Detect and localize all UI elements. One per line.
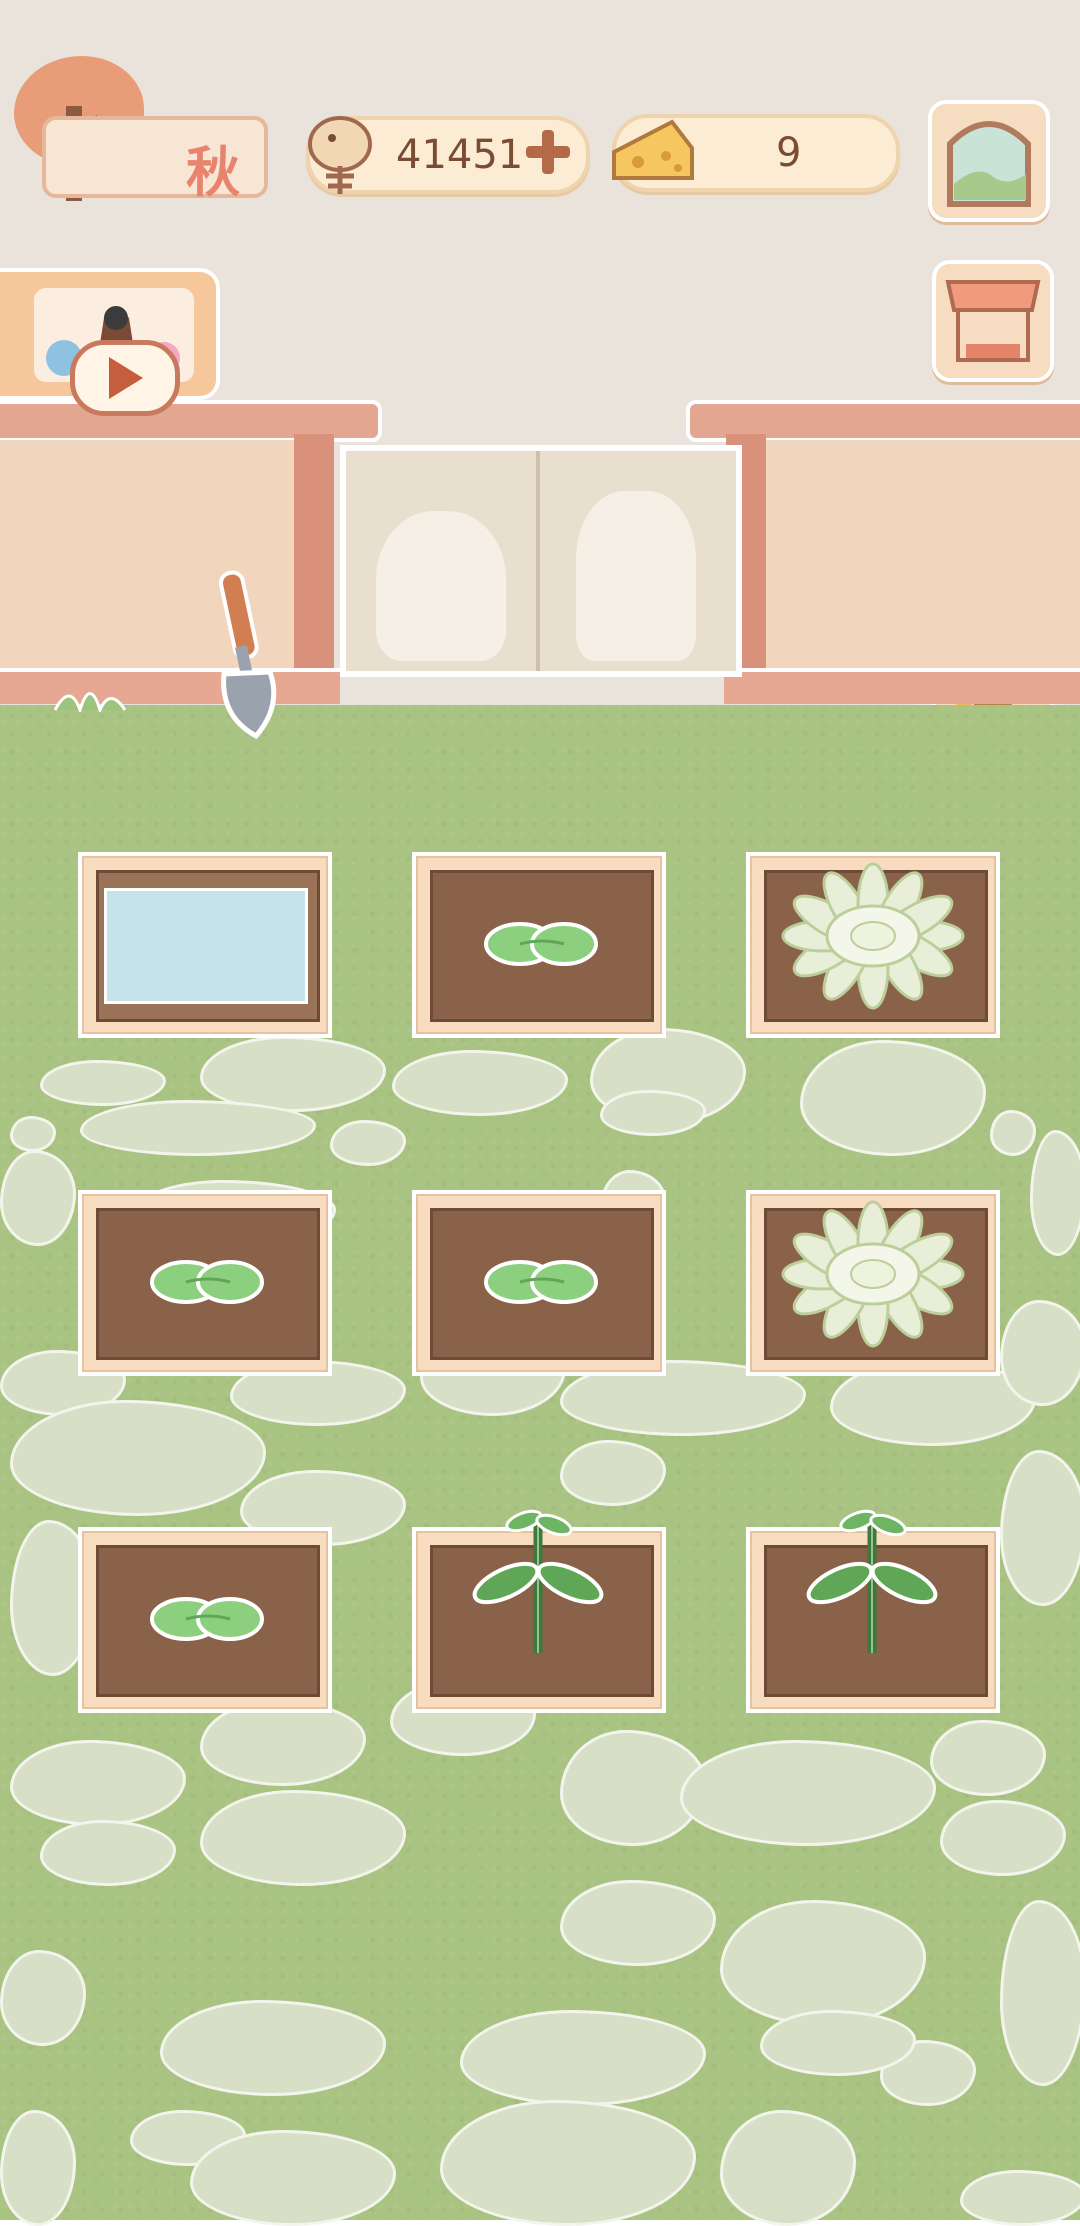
season-text: 秋: [186, 141, 246, 204]
fish-count: 41451: [396, 132, 524, 178]
fishbone-icon: [308, 116, 372, 194]
window-icon: [947, 121, 1031, 207]
garden-plot-6[interactable]: [746, 1190, 1000, 1376]
garden-plot-1[interactable]: [78, 852, 332, 1038]
lotus-plant-icon: [781, 862, 965, 1010]
garden-plot-7[interactable]: [78, 1527, 332, 1713]
shop-stall-button[interactable]: [932, 260, 1054, 382]
market-stall-icon: [945, 280, 1041, 362]
window-view-button[interactable]: [928, 100, 1050, 222]
stepping-stone: [1000, 1900, 1080, 2086]
garden-gate[interactable]: [340, 445, 742, 677]
garden-plot-2[interactable]: [412, 852, 666, 1038]
grass-tuft: [53, 692, 127, 712]
garden-plot-5[interactable]: [412, 1190, 666, 1376]
seedling-icon: [150, 1597, 264, 1641]
sprout-icon: [806, 1509, 938, 1653]
cheese-count: 9: [776, 130, 802, 176]
cheese-currency-pill: 9: [612, 114, 900, 192]
stepping-stone: [1000, 1300, 1080, 1406]
seedling-icon: [484, 1260, 598, 1304]
shovel-icon[interactable]: [200, 566, 290, 746]
stepping-stone: [1000, 1450, 1080, 1606]
play-icon: [109, 357, 143, 399]
garden-plot-8[interactable]: [412, 1509, 666, 1713]
plus-icon[interactable]: [522, 126, 574, 178]
season-badge[interactable]: 秋: [14, 56, 268, 204]
stepping-stone: [960, 2170, 1080, 2226]
garden-plot-9[interactable]: [746, 1509, 1000, 1713]
season-label-box: 秋: [42, 116, 268, 204]
cheese-icon: [612, 119, 694, 180]
seedling-icon: [484, 922, 598, 966]
play-button[interactable]: [70, 340, 180, 416]
seedling-icon: [150, 1260, 264, 1304]
sprout-icon: [472, 1509, 604, 1653]
water-pond: [104, 888, 308, 1004]
stepping-stone: [1030, 1130, 1080, 1256]
mouse-silhouette: [376, 511, 506, 661]
garden-plot-4[interactable]: [78, 1190, 332, 1376]
cat-silhouette: [576, 491, 696, 661]
fish-currency-pill: 41451: [306, 116, 590, 194]
garden-plot-3[interactable]: [746, 852, 1000, 1038]
lotus-plant-icon: [781, 1200, 965, 1348]
